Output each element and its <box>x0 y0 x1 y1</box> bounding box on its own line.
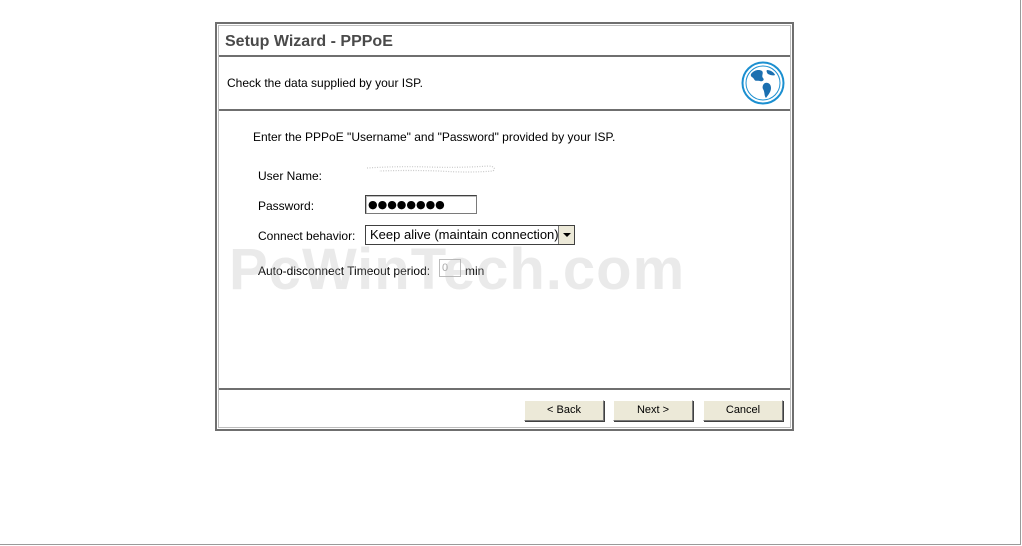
chevron-down-icon[interactable] <box>558 226 574 244</box>
timeout-label: Auto-disconnect Timeout period: <box>258 264 431 278</box>
wizard-inner-frame: Setup Wizard - PPPoE Check the data supp… <box>218 25 791 428</box>
setup-wizard-panel: Setup Wizard - PPPoE Check the data supp… <box>215 22 794 431</box>
connect-behavior-value: Keep alive (maintain connection) <box>370 227 559 242</box>
wizard-title-bar: Setup Wizard - PPPoE <box>219 26 790 57</box>
wizard-subtitle-bar: Check the data supplied by your ISP. <box>219 57 790 111</box>
password-field[interactable]: ●●●●●●●● <box>365 195 477 214</box>
instructions-text: Enter the PPPoE "Username" and "Password… <box>253 130 616 144</box>
back-button[interactable]: < Back <box>524 400 604 421</box>
next-button[interactable]: Next > <box>613 400 693 421</box>
timeout-unit: min <box>465 264 485 278</box>
connect-behavior-label: Connect behavior: <box>258 229 356 243</box>
cancel-button[interactable]: Cancel <box>703 400 783 421</box>
timeout-field[interactable]: 0 <box>439 259 461 277</box>
password-label: Password: <box>258 199 315 213</box>
wizard-footer: < Back Next > Cancel <box>219 388 790 429</box>
username-label: User Name: <box>258 169 323 183</box>
globe-icon <box>741 61 785 105</box>
wizard-content: Enter the PPPoE "Username" and "Password… <box>219 111 790 389</box>
wizard-subtitle: Check the data supplied by your ISP. <box>227 76 423 90</box>
username-field[interactable] <box>359 163 499 175</box>
wizard-title: Setup Wizard - PPPoE <box>225 33 393 50</box>
connect-behavior-select[interactable]: Keep alive (maintain connection) <box>365 225 575 245</box>
